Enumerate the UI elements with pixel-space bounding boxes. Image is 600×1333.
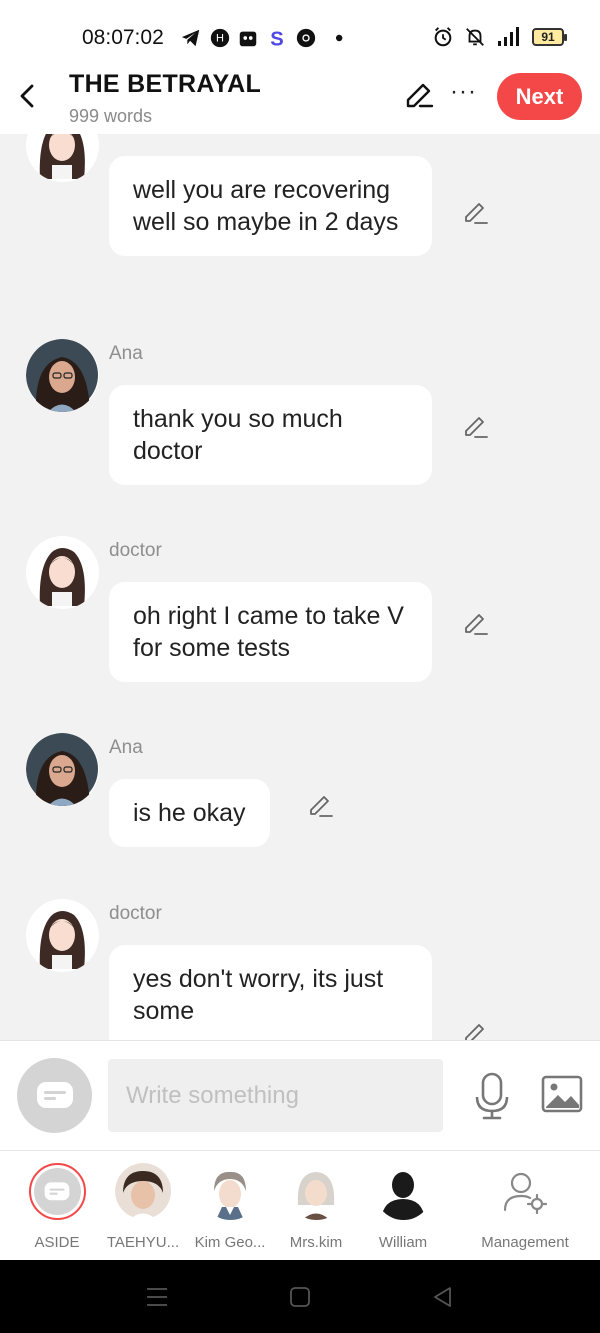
status-bar: 08:07:02 H S 91 [0,0,600,66]
speaker-name: Ana [109,737,143,758]
speaker-name: Ana [109,343,143,364]
home-icon[interactable] [289,1286,311,1308]
edit-title-icon[interactable] [404,80,434,110]
menu-icon[interactable] [146,1286,168,1308]
battery-indicator: 91 [532,28,567,46]
character-label: TAEHYU... [106,1234,180,1251]
image-icon[interactable] [541,1075,583,1113]
edit-message-icon[interactable] [463,611,489,637]
user-settings-icon [503,1172,548,1214]
story-header: THE BETRAYAL 999 words ··· Next [0,66,600,134]
speaker-name: doctor [109,903,162,924]
character-label: William [378,1234,428,1251]
status-time: 08:07:02 [82,26,164,49]
next-button[interactable]: Next [497,73,582,120]
mrs-kim-avatar [287,1163,345,1220]
chat-area[interactable]: well you are recovering well so maybe in… [0,134,600,1040]
william-avatar [374,1163,432,1220]
character-label: ASIDE [34,1234,80,1251]
app-cat-icon [239,31,257,47]
word-count: 999 words [69,106,153,126]
microphone-icon[interactable] [474,1071,510,1121]
message-input[interactable] [108,1059,443,1132]
edit-message-icon[interactable] [463,1021,489,1040]
doctor-avatar [26,134,99,182]
svg-text:H: H [216,33,224,45]
character-kim-geo[interactable]: Kim Geo... [185,1163,275,1251]
aside-avatar [28,1163,86,1220]
app-h-icon: H [210,28,230,48]
doctor-avatar [26,899,99,972]
edit-message-icon[interactable] [463,200,489,226]
ana-avatar [26,339,99,412]
input-bar [0,1040,600,1150]
dot-icon [335,34,343,42]
status-right: 91 [432,26,567,48]
system-nav-bar [0,1260,600,1333]
bell-muted-icon [466,28,484,46]
chat-bubble-icon [36,1081,73,1108]
message-bubble[interactable]: oh right I came to take V for some tests [109,582,432,682]
message-bubble[interactable]: is he okay [109,779,270,847]
message-bubble[interactable]: thank you so much doctor [109,385,432,485]
app-s-icon: S [270,28,283,49]
ana-avatar [26,733,99,806]
alarm-icon [434,27,452,47]
svg-text:S: S [270,28,283,49]
character-label: Mrs.kim [289,1234,343,1251]
message-bubble[interactable]: yes don't worry, its just some [109,945,432,1040]
speaker-name: doctor [109,540,162,561]
message-bubble[interactable]: well you are recovering well so maybe in… [109,156,432,256]
telegram-icon [181,29,200,47]
character-aside[interactable]: ASIDE [12,1163,102,1251]
character-label: Kim Geo... [194,1234,266,1251]
back-arrow-icon[interactable] [14,82,42,110]
more-options-button[interactable]: ··· [450,78,477,106]
signal-icon [498,27,519,46]
aside-toggle-button[interactable] [17,1058,92,1133]
management-button[interactable]: Management [475,1163,575,1251]
chat-bubble-icon [44,1181,70,1200]
back-triangle-icon[interactable] [432,1286,454,1308]
taehyung-avatar [114,1163,172,1220]
kim-geo-avatar [201,1163,259,1220]
character-william[interactable]: William [358,1163,448,1251]
management-avatar [496,1163,554,1220]
character-bar: ASIDE TAEHYU... Kim Geo... Mrs.kim Willi… [0,1150,600,1260]
story-title: THE BETRAYAL [69,70,262,98]
character-mrs-kim[interactable]: Mrs.kim [271,1163,361,1251]
doctor-avatar [26,536,99,609]
character-label: Management [481,1234,569,1251]
edit-message-icon[interactable] [308,793,334,819]
character-taehyung[interactable]: TAEHYU... [98,1163,188,1251]
edit-message-icon[interactable] [463,414,489,440]
chrome-icon [296,28,316,48]
